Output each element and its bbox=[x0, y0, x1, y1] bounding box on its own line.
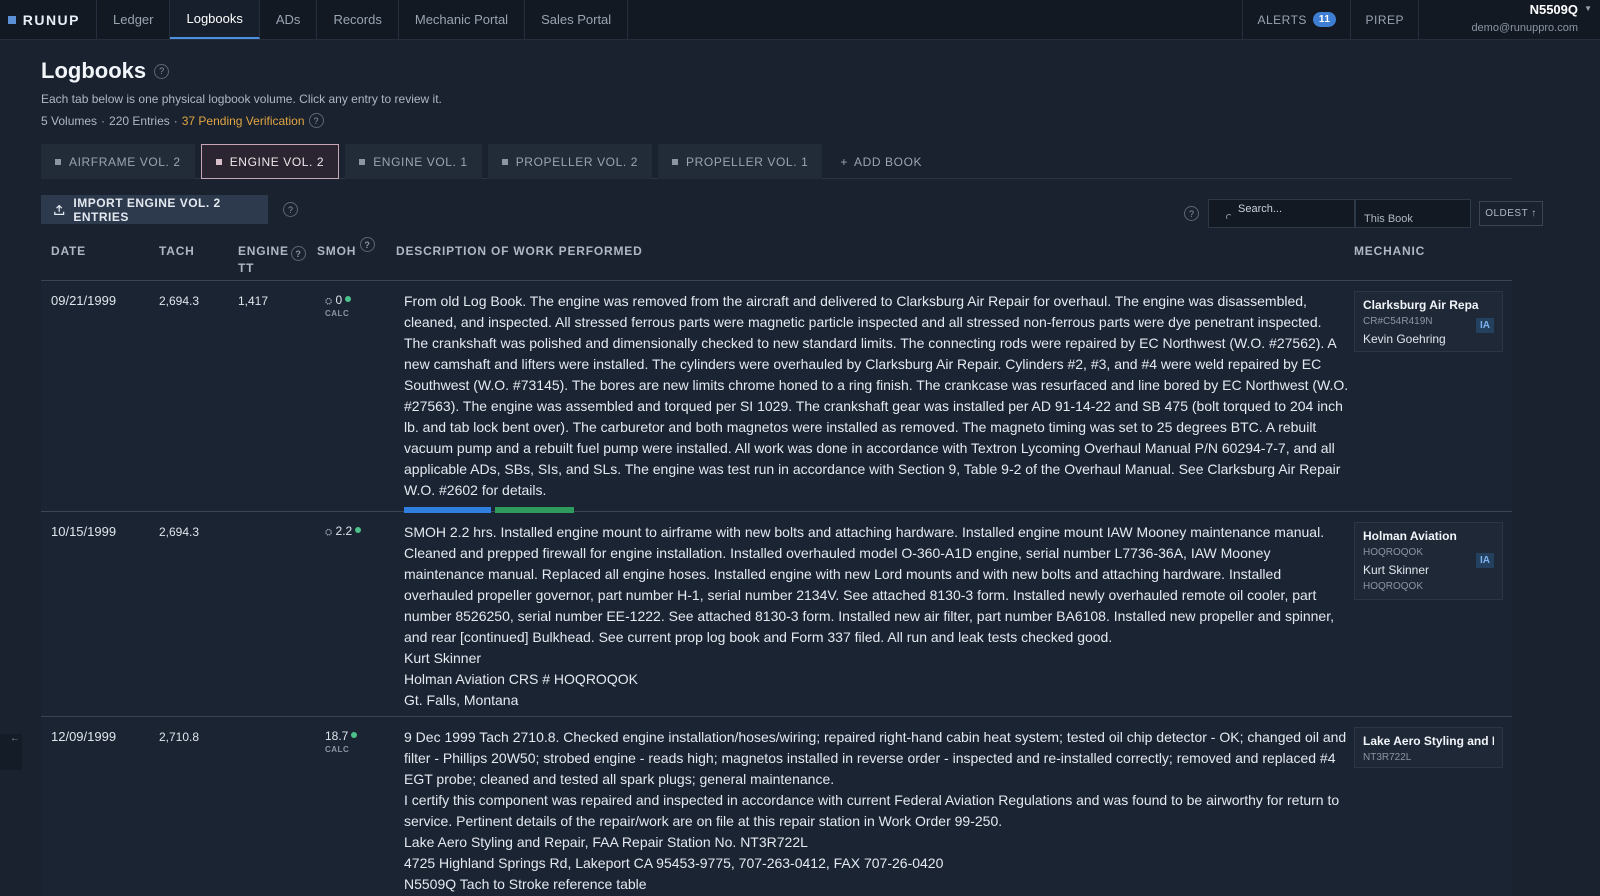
table-row[interactable]: 10/15/1999 2,694.3 ⛭ 2.2 SMOH 2.2 hrs. I… bbox=[41, 513, 1512, 717]
entry-date: 10/15/1999 bbox=[51, 524, 117, 539]
book-square-icon bbox=[55, 158, 61, 165]
alerts-label: ALERTS bbox=[1257, 12, 1307, 27]
pirep-button[interactable]: PIREP bbox=[1350, 0, 1418, 39]
nav-tab-logbooks[interactable]: Logbooks bbox=[170, 0, 260, 39]
book-square-icon bbox=[501, 158, 508, 165]
brand-name: RUNUP bbox=[22, 11, 80, 28]
nav-right: ALERTS 11 PIREP N5509Q demo@runuppro.com… bbox=[1242, 0, 1600, 39]
volumes-count: 5 Volumes bbox=[41, 113, 98, 128]
calc-label: CALC bbox=[325, 309, 350, 318]
book-tab-propeller-vol-2[interactable]: PROPELLER VOL. 2 bbox=[487, 144, 653, 179]
help-icon[interactable]: ? bbox=[308, 113, 324, 128]
import-label: IMPORT ENGINE VOL. 2 ENTRIES bbox=[73, 195, 221, 224]
nav-tab-mechanic-portal[interactable]: Mechanic Portal bbox=[399, 0, 526, 39]
brand-logo[interactable]: RUNUP bbox=[0, 0, 97, 39]
mechanic-person-crs: HOQROQOK bbox=[1363, 581, 1424, 592]
alerts-count-badge: 11 bbox=[1312, 12, 1337, 27]
account-email: demo@runuppro.com bbox=[1471, 22, 1578, 34]
table-row[interactable]: 09/21/1999 2,694.3 1,417 ⛭ 0 CALC From o… bbox=[41, 282, 1512, 536]
mechanic-card[interactable]: Clarksburg Air Repa CR#C54R419N Kevin Go… bbox=[1354, 291, 1503, 352]
help-icon[interactable]: ? bbox=[154, 63, 170, 79]
calc-label: CALC bbox=[325, 745, 350, 754]
nav-tab-sales-portal[interactable]: Sales Portal bbox=[525, 0, 629, 39]
entry-smoh: ⛭ 0 CALC bbox=[325, 293, 352, 318]
entry-tach: 2,710.8 bbox=[159, 730, 200, 744]
plus-icon: + bbox=[840, 154, 848, 169]
nav-tab-ledger[interactable]: Ledger bbox=[97, 0, 171, 39]
help-icon[interactable]: ? bbox=[360, 237, 375, 252]
page-title: Logbooks bbox=[41, 58, 147, 83]
column-smoh[interactable]: SMOH bbox=[317, 244, 356, 258]
entry-tach: 2,694.3 bbox=[159, 525, 200, 539]
logbook-stats: 5 Volumes · 220 Entries · 37 Pending Verif… bbox=[41, 113, 324, 128]
mechanic-shop: Holman Aviation bbox=[1363, 529, 1457, 543]
add-book-button[interactable]: + ADD BOOK bbox=[828, 144, 934, 179]
help-icon[interactable]: ? bbox=[291, 246, 306, 261]
column-date[interactable]: DATE bbox=[51, 244, 86, 258]
entry-smoh: ⛭ 2.2 bbox=[325, 524, 362, 540]
mechanic-name: Kevin Goehring bbox=[1363, 332, 1446, 346]
pending-verification-link[interactable]: 37 Pending Verification bbox=[182, 114, 305, 128]
nav-tab-ads[interactable]: ADs bbox=[260, 0, 318, 39]
book-tab-engine-vol-2[interactable]: ENGINE VOL. 2 bbox=[200, 144, 340, 179]
entry-description: 9 Dec 1999 Tach 2710.8. Checked engine i… bbox=[404, 729, 1347, 892]
page-subtitle: Each tab below is one physical logbook v… bbox=[41, 92, 442, 106]
entry-tach: 2,694.3 bbox=[159, 294, 200, 308]
status-dot bbox=[355, 527, 362, 533]
import-entries-button[interactable]: IMPORT ENGINE VOL. 2 ENTRIES bbox=[41, 195, 268, 224]
mechanic-card[interactable]: Holman Aviation HOQROQOK Kurt Skinner HO… bbox=[1354, 522, 1503, 600]
search-scope-select[interactable]: This Book bbox=[1355, 199, 1471, 228]
book-square-icon bbox=[672, 158, 679, 165]
help-icon[interactable]: ? bbox=[1184, 206, 1199, 221]
mechanic-card[interactable]: Lake Aero Styling and Re NT3R722L bbox=[1354, 727, 1503, 768]
entries-count: 220 Entries bbox=[109, 113, 170, 128]
entry-description: SMOH 2.2 hrs. Installed engine mount to … bbox=[404, 524, 1335, 708]
alerts-button[interactable]: ALERTS 11 bbox=[1242, 0, 1350, 39]
book-square-icon bbox=[359, 158, 366, 165]
chevron-down-icon: ▼ bbox=[1584, 4, 1592, 13]
nav-tab-records[interactable]: Records bbox=[317, 0, 399, 39]
entry-smoh: 18.7 CALC bbox=[325, 729, 358, 754]
table-header: DATE TACH ENGINE TT ? SMOH ? DESCRIPTION … bbox=[41, 236, 1512, 281]
mechanic-crs: HOQROQOK bbox=[1363, 547, 1424, 558]
collapse-arrow-icon: ← bbox=[10, 733, 20, 744]
page-title-block: Logbooks ? bbox=[41, 58, 170, 84]
logo-square-icon bbox=[8, 15, 16, 24]
column-engine-tt[interactable]: ENGINE TT bbox=[238, 244, 289, 278]
mechanic-crs: CR#C54R419N bbox=[1363, 316, 1433, 327]
mechanic-shop: Clarksburg Air Repa bbox=[1363, 298, 1479, 312]
help-icon[interactable]: ? bbox=[283, 202, 298, 217]
book-square-icon bbox=[215, 158, 222, 165]
table-row[interactable]: 12/09/1999 2,710.8 18.7 CALC 9 Dec 1999 … bbox=[41, 718, 1512, 896]
book-tabs: AIRFRAME VOL. 2 ENGINE VOL. 2 ENGINE VOL… bbox=[41, 144, 1512, 179]
top-nav: RUNUP Ledger Logbooks ADs Records Mechan… bbox=[0, 0, 1600, 40]
engine-icon: ⛭ bbox=[325, 527, 333, 537]
column-mechanic[interactable]: MECHANIC bbox=[1354, 244, 1425, 258]
account-menu[interactable]: N5509Q demo@runuppro.com ▼ bbox=[1418, 0, 1600, 39]
entry-description: From old Log Book. The engine was remove… bbox=[404, 291, 1349, 536]
book-tab-engine-vol-1[interactable]: ENGINE VOL. 1 bbox=[345, 144, 482, 179]
upload-icon bbox=[54, 204, 65, 215]
engine-icon: ⛭ bbox=[325, 296, 333, 306]
sort-order-button[interactable]: OLDEST ↑ bbox=[1479, 201, 1543, 226]
entry-date: 09/21/1999 bbox=[51, 293, 117, 308]
ia-badge: IA bbox=[1476, 318, 1494, 333]
entry-date: 12/09/1999 bbox=[51, 729, 117, 744]
status-dot bbox=[345, 296, 352, 302]
column-description[interactable]: DESCRIPTION OF WORK PERFORMED bbox=[396, 244, 643, 258]
entry-engine-tt: 1,417 bbox=[238, 294, 269, 308]
status-dot bbox=[351, 732, 358, 738]
mechanic-shop: Lake Aero Styling and Re bbox=[1363, 734, 1494, 748]
mechanic-name: Kurt Skinner bbox=[1363, 563, 1430, 577]
side-drawer-handle[interactable]: ← bbox=[0, 734, 22, 770]
search-placeholder: Search... bbox=[1238, 203, 1283, 215]
mechanic-crs: NT3R722L bbox=[1363, 752, 1412, 763]
tail-number: N5509Q bbox=[1529, 2, 1578, 17]
ia-badge: IA bbox=[1476, 553, 1494, 568]
column-tach[interactable]: TACH bbox=[159, 244, 195, 258]
book-tab-propeller-vol-1[interactable]: PROPELLER VOL. 1 bbox=[658, 144, 823, 179]
book-tab-airframe-vol-2[interactable]: AIRFRAME VOL. 2 bbox=[41, 144, 195, 179]
search-icon bbox=[1226, 214, 1232, 220]
search-input[interactable]: Search... bbox=[1208, 199, 1355, 228]
